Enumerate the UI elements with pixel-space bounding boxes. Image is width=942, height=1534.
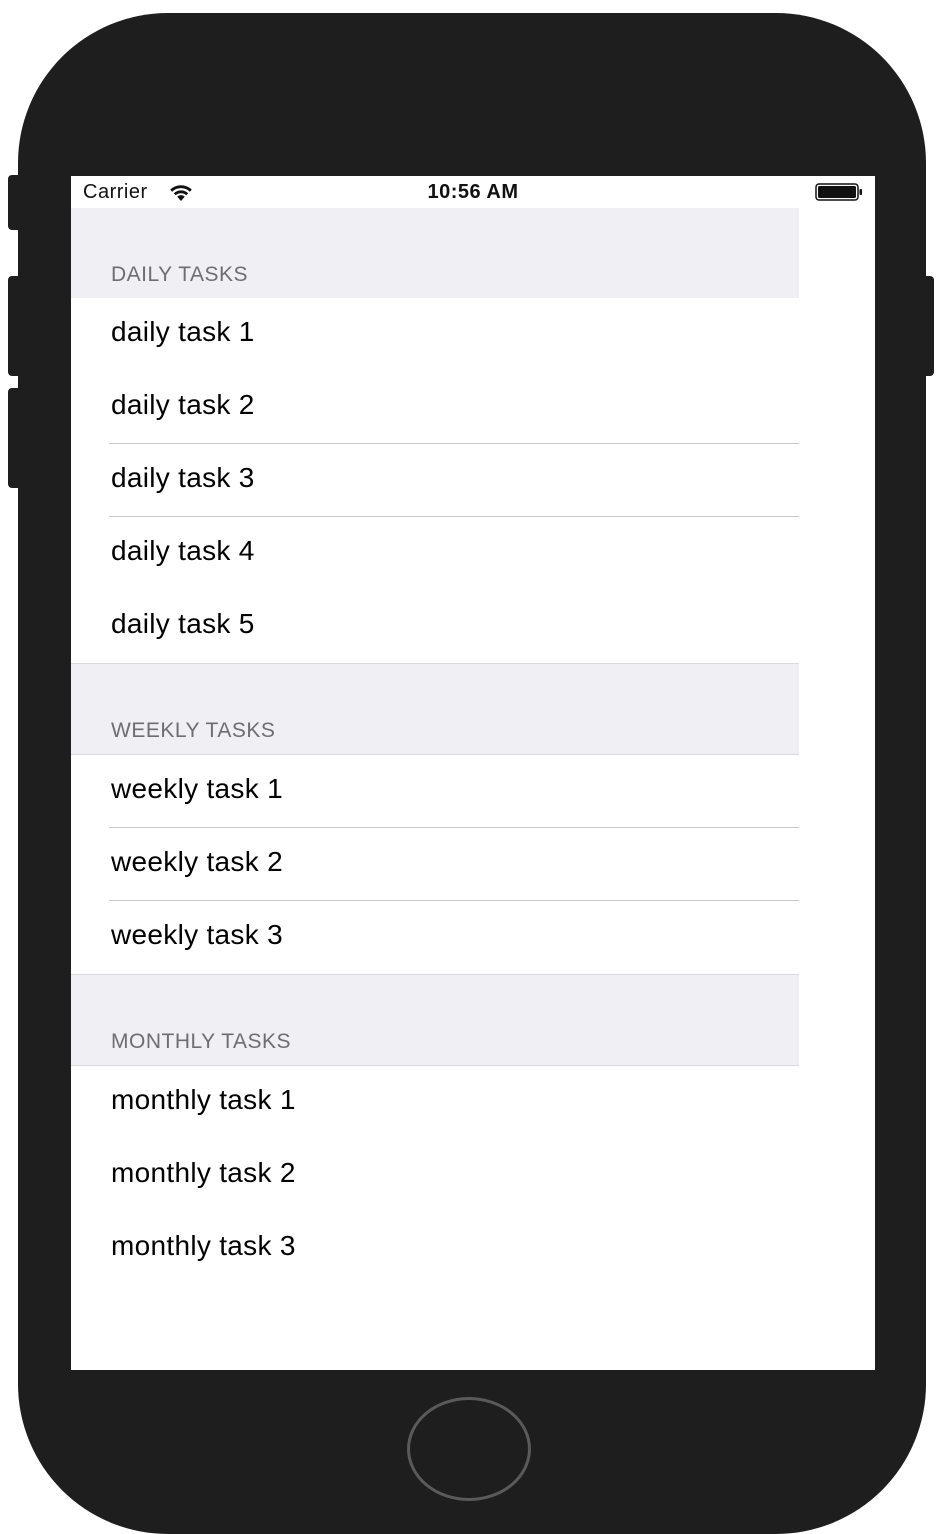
- row-label: monthly task 2: [111, 1157, 296, 1188]
- row-label: monthly task 1: [111, 1084, 296, 1115]
- section-title: WEEKLY TASKS: [111, 719, 276, 742]
- table-row[interactable]: monthly task 3: [71, 1212, 799, 1285]
- row-label: daily task 1: [111, 316, 255, 347]
- table-row[interactable]: daily task 3: [71, 444, 799, 517]
- task-table[interactable]: DAILY TASKS daily task 1 daily task 2 da…: [71, 208, 799, 1285]
- table-row[interactable]: daily task 2: [71, 371, 799, 444]
- status-bar: Carrier 10:56 AM: [71, 176, 875, 208]
- table-row[interactable]: weekly task 3: [71, 901, 799, 974]
- power-button: [924, 276, 934, 376]
- battery-full-icon: [815, 183, 862, 201]
- home-button[interactable]: [407, 1397, 531, 1501]
- row-label: weekly task 2: [111, 846, 283, 877]
- row-label: weekly task 1: [111, 773, 283, 804]
- table-row[interactable]: daily task 5: [71, 590, 799, 663]
- section-header-monthly: MONTHLY TASKS: [71, 974, 799, 1066]
- section-header-daily: DAILY TASKS: [71, 208, 799, 298]
- row-label: monthly task 3: [111, 1230, 296, 1261]
- table-row[interactable]: weekly task 2: [71, 828, 799, 901]
- row-label: weekly task 3: [111, 919, 283, 950]
- volume-up-button: [8, 276, 20, 376]
- mute-switch: [8, 175, 20, 230]
- screen: Carrier 10:56 AM DAILY TASKS daily task …: [71, 176, 875, 1370]
- table-row[interactable]: monthly task 1: [71, 1066, 799, 1139]
- table-row[interactable]: monthly task 2: [71, 1139, 799, 1212]
- volume-down-button: [8, 388, 20, 488]
- row-label: daily task 5: [111, 608, 255, 639]
- table-row[interactable]: daily task 4: [71, 517, 799, 590]
- section-header-weekly: WEEKLY TASKS: [71, 663, 799, 755]
- clock: 10:56 AM: [427, 181, 519, 203]
- section-title: DAILY TASKS: [111, 263, 249, 286]
- row-label: daily task 3: [111, 462, 255, 493]
- table-row[interactable]: weekly task 1: [71, 755, 799, 828]
- row-label: daily task 4: [111, 535, 255, 566]
- section-title: MONTHLY TASKS: [111, 1030, 291, 1053]
- row-label: daily task 2: [111, 389, 255, 420]
- table-row[interactable]: daily task 1: [71, 298, 799, 371]
